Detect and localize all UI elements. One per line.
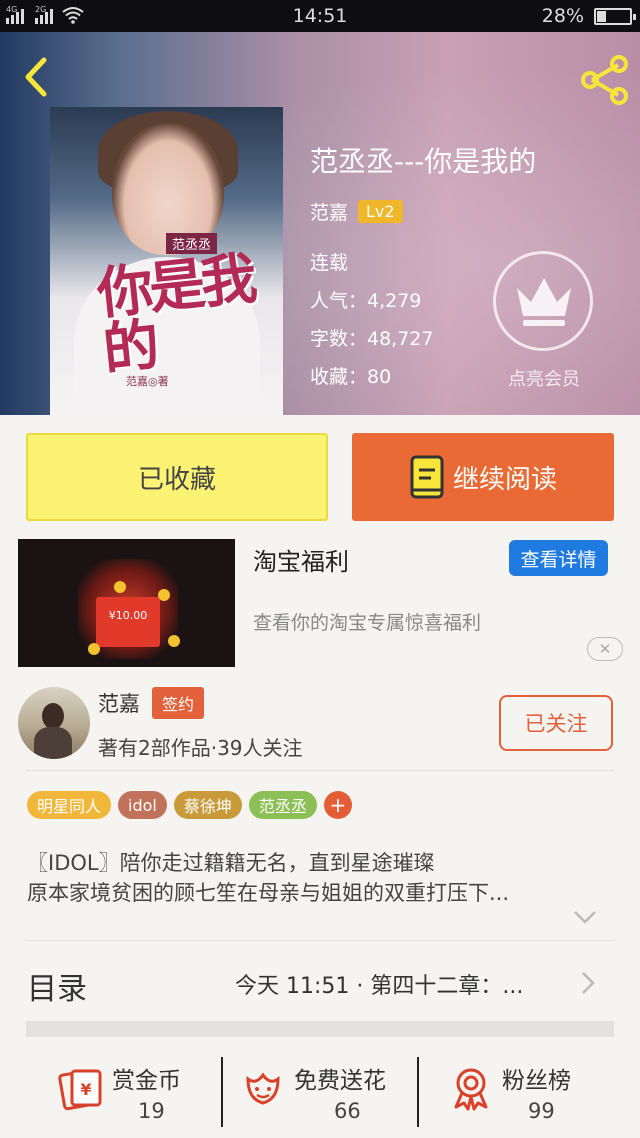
chevron-left-icon [25, 57, 47, 97]
synopsis-line: 原本家境贫困的顾七笙在母亲与姐姐的双重打压下... [27, 881, 510, 905]
close-icon: ✕ [598, 640, 612, 658]
fan-ranking-button[interactable]: 粉丝榜 99 [448, 1059, 598, 1131]
book-author[interactable]: 范嘉 [310, 198, 348, 225]
back-button[interactable] [18, 54, 54, 100]
share-button[interactable] [578, 54, 630, 106]
cover-title-art: 你是我的 [94, 245, 257, 384]
synopsis[interactable]: 〖IDOL〗陪你走过籍籍无名，直到星途璀璨 原本家境贫困的顾七笙在母亲与姐姐的双… [27, 848, 607, 908]
continue-reading-button[interactable]: 继续阅读 [352, 433, 614, 521]
vip-button[interactable] [493, 251, 593, 351]
tag-chip[interactable]: 范丞丞 [248, 791, 317, 819]
latest-chapter[interactable]: 今天 11:51 · 第四十二章：... [235, 968, 523, 1000]
add-tag-button[interactable]: + [323, 791, 352, 819]
ad-title[interactable]: 淘宝福利 [253, 542, 349, 577]
author-card-name[interactable]: 范嘉 [98, 688, 140, 718]
book-icon [410, 455, 444, 499]
book-title: 范丞丞---你是我的 [310, 145, 537, 178]
popularity-count: 人气：4,279 [310, 290, 422, 312]
flower-icon [246, 1072, 280, 1105]
followed-button[interactable]: 已关注 [499, 695, 613, 751]
level-badge: Lv2 [358, 200, 403, 223]
reward-coins-label: 赏金币 [112, 1068, 181, 1094]
author-row: 范嘉 Lv2 [310, 198, 403, 225]
book-cover[interactable]: 范丞丞 你是我的 范嘉◎著 [50, 107, 283, 415]
continue-reading-label: 继续阅读 [452, 464, 557, 495]
book-header: 范丞丞 你是我的 范嘉◎著 范丞丞---你是我的 范嘉 Lv2 连载 人气：4,… [0, 32, 640, 415]
red-packet-graphic [96, 597, 160, 647]
synopsis-line: 〖IDOL〗陪你走过籍籍无名，直到星途璀璨 [27, 851, 435, 875]
author-avatar[interactable] [18, 687, 90, 759]
vip-label[interactable]: 点亮会员 [490, 365, 598, 391]
reward-coins-button[interactable]: ¥ 赏金币 19 [58, 1059, 208, 1131]
divider [417, 1057, 419, 1127]
fan-ranking-count: 99 [528, 1099, 555, 1123]
coin-envelope-icon: ¥ [58, 1069, 102, 1111]
chevron-right-icon[interactable] [580, 970, 596, 996]
send-flowers-label: 免费送花 [294, 1068, 386, 1094]
send-flowers-button[interactable]: 免费送花 66 [240, 1059, 410, 1131]
author-stats: 著有2部作品·39人关注 [98, 736, 303, 760]
tag-list: 明星同人 idol 蔡徐坤 范丞丞 + [27, 791, 352, 819]
send-flowers-count: 66 [334, 1099, 361, 1123]
tag-chip[interactable]: idol [118, 791, 167, 819]
battery-percent: 28% [541, 5, 584, 27]
author-card-header: 范嘉 签约 [98, 687, 205, 719]
cover-author-mark: 范嘉◎著 [126, 375, 169, 388]
serial-status: 连载 [310, 252, 349, 274]
view-details-button[interactable]: 查看详情 [509, 540, 608, 576]
fan-ranking-label: 粉丝榜 [502, 1068, 571, 1094]
catalog-title[interactable]: 目录 [27, 964, 87, 1008]
close-ad-button[interactable]: ✕ [587, 637, 623, 661]
medal-icon [454, 1068, 488, 1111]
divider [221, 1057, 223, 1127]
favorite-count: 收藏：80 [310, 366, 392, 388]
reward-coins-count: 19 [138, 1099, 165, 1123]
chevron-down-icon[interactable] [573, 910, 597, 924]
section-separator [26, 1021, 614, 1037]
ad-image[interactable]: ¥10.00 [18, 539, 235, 667]
word-count: 字数：48,727 [310, 328, 434, 350]
collected-label: 已收藏 [137, 464, 216, 495]
collected-button[interactable]: 已收藏 [26, 433, 328, 521]
battery-icon [594, 8, 636, 25]
bottom-action-bar: ¥ 赏金币 19 免费送花 66 粉丝榜 99 [0, 1047, 640, 1138]
divider [26, 770, 614, 771]
status-bar: 4G 2G 14:51 28% [0, 0, 640, 32]
svg-text:¥: ¥ [80, 1080, 91, 1099]
tag-chip[interactable]: 蔡徐坤 [173, 791, 242, 819]
tag-chip[interactable]: 明星同人 [27, 791, 112, 819]
share-icon [581, 55, 628, 105]
crown-icon [517, 278, 571, 326]
divider [26, 940, 614, 941]
signed-badge: 签约 [152, 687, 205, 719]
ad-description[interactable]: 查看你的淘宝专属惊喜福利 [253, 608, 481, 635]
ad-image-price: ¥10.00 [108, 609, 148, 622]
